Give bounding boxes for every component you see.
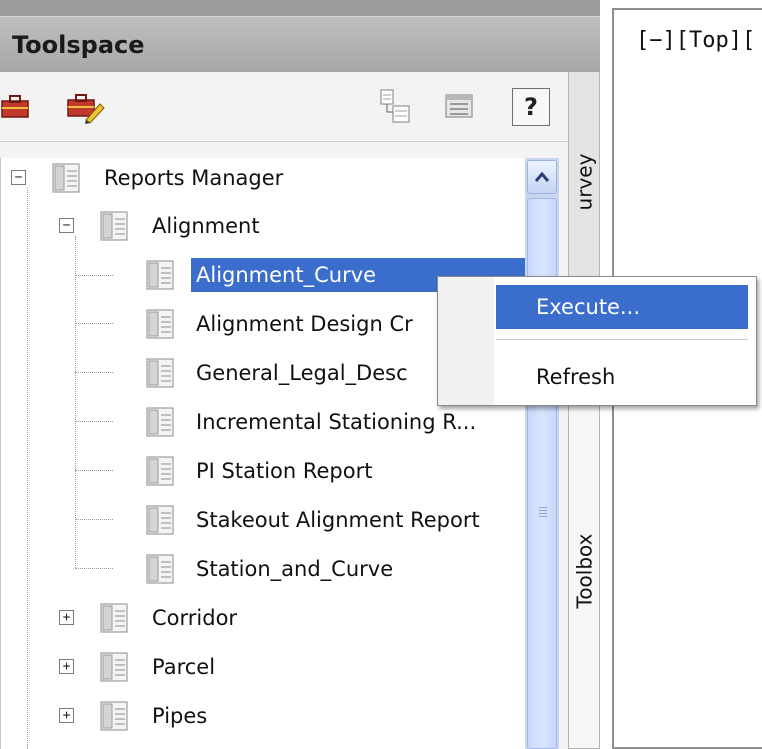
edit-toolbox-icon[interactable]	[64, 90, 106, 124]
report-folder-icon	[99, 651, 129, 687]
palette-title-bar[interactable]: Toolspace	[0, 16, 600, 72]
tree-connector	[75, 421, 113, 422]
tree-connector	[75, 568, 113, 569]
toolbar: ?	[0, 72, 568, 142]
tree-connector	[75, 519, 113, 520]
report-icon	[145, 553, 175, 589]
report-folder-icon	[99, 210, 129, 246]
report-label: PI Station Report	[196, 459, 373, 483]
tree-scrollbar[interactable]	[525, 158, 559, 749]
tree-connector	[75, 372, 113, 373]
report-label: Alignment Design Cr	[196, 312, 413, 336]
report-icon	[145, 259, 175, 295]
tab-toolbox[interactable]: Toolbox	[568, 402, 600, 749]
reports-tree: − Reports Manager − Alignment Alignment_…	[0, 158, 525, 749]
expand-icon[interactable]: +	[59, 708, 74, 723]
report-icon	[145, 406, 175, 442]
expand-icon[interactable]: +	[59, 610, 74, 625]
context-menu: Execute... Refresh	[437, 276, 757, 406]
report-label: Stakeout Alignment Report	[196, 508, 480, 532]
viewport-controls-label[interactable]: [−][Top][	[636, 28, 755, 53]
report-label: Station_and_Curve	[196, 557, 394, 581]
palette-tabs: urvey Toolbox	[568, 72, 600, 749]
scroll-grip	[539, 516, 547, 517]
collapse-icon[interactable]: −	[11, 170, 26, 185]
report-folder-icon	[99, 700, 129, 736]
menu-item-refresh[interactable]: Refresh	[496, 355, 615, 399]
report-folder-icon	[99, 602, 129, 638]
report-folder-icon	[51, 162, 81, 198]
scroll-grip	[539, 513, 547, 514]
tree-node-label: Corridor	[152, 606, 238, 630]
chevron-up-icon	[534, 171, 550, 182]
report-settings-icon[interactable]	[378, 86, 414, 126]
menu-icon-gutter	[438, 277, 494, 405]
expand-icon[interactable]: +	[59, 659, 74, 674]
menu-separator	[496, 339, 748, 340]
tree-node-label: Alignment	[152, 214, 260, 238]
tree-node-label: Parcel	[152, 655, 216, 679]
report-label: General_Legal_Desc	[196, 361, 408, 385]
scroll-grip	[539, 510, 547, 511]
tree-node-label: Reports Manager	[104, 166, 284, 190]
tree-node-label: Pipes	[152, 704, 208, 728]
help-icon[interactable]: ?	[512, 88, 550, 126]
menu-item-execute[interactable]: Execute...	[496, 285, 748, 329]
tree-connector	[75, 323, 113, 324]
help-label: ?	[524, 93, 538, 121]
report-icon	[145, 504, 175, 540]
toolbox-icon[interactable]	[0, 92, 32, 122]
report-icon	[145, 357, 175, 393]
report-icon	[145, 455, 175, 491]
scroll-up-button[interactable]	[527, 160, 557, 194]
palette-title: Toolspace	[12, 31, 145, 59]
report-folder-icon	[99, 744, 129, 749]
display-panel-icon[interactable]	[442, 88, 476, 124]
tree-connector	[75, 470, 113, 471]
report-icon	[145, 308, 175, 344]
report-label: Incremental Stationing R...	[196, 410, 477, 434]
scroll-grip	[539, 507, 547, 508]
collapse-icon[interactable]: −	[59, 218, 74, 233]
